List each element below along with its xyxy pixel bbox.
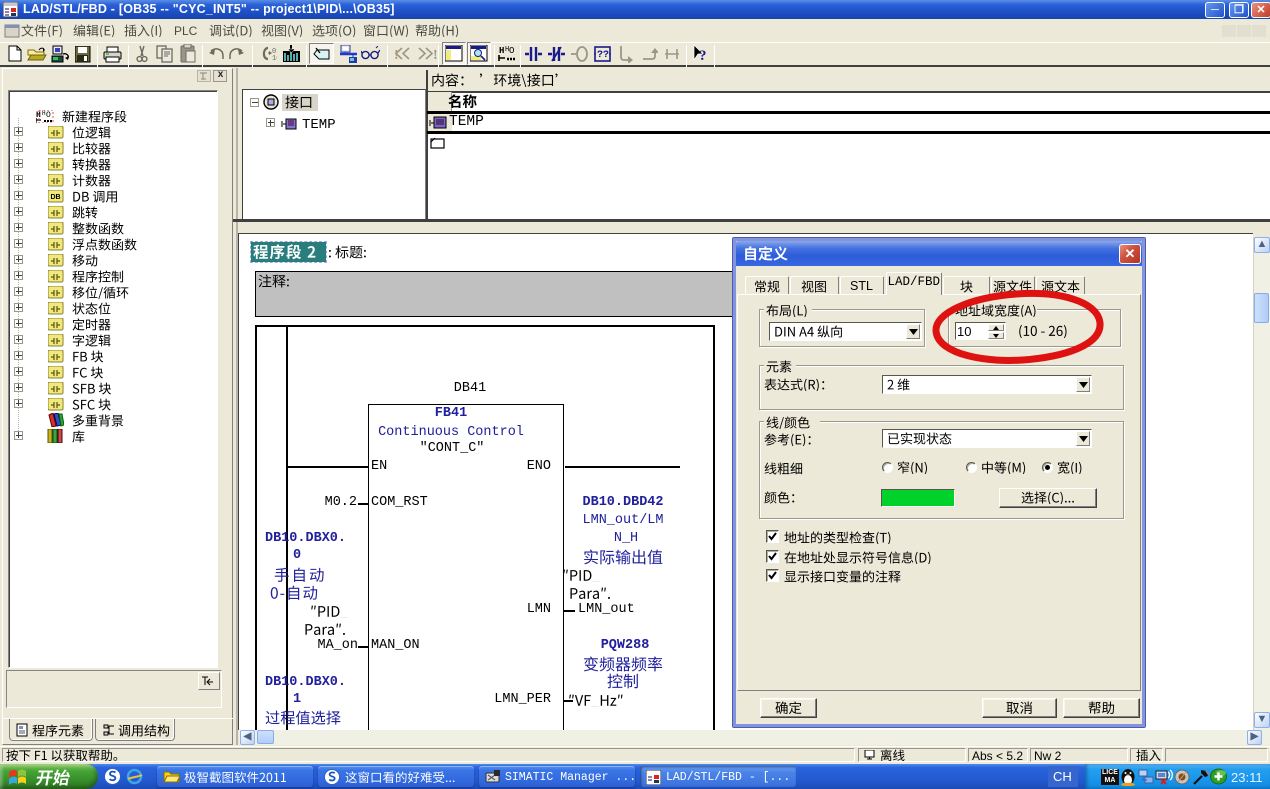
svg-text:O: O	[46, 111, 51, 120]
svg-text:DB: DB	[51, 194, 61, 201]
svg-text:O: O	[509, 46, 514, 56]
svg-text:!: !	[433, 48, 438, 61]
svg-text:H: H	[499, 46, 504, 56]
svg-text:?: ?	[699, 48, 707, 64]
svg-text:10: 10	[272, 55, 277, 63]
svg-text:??: ??	[597, 50, 609, 61]
